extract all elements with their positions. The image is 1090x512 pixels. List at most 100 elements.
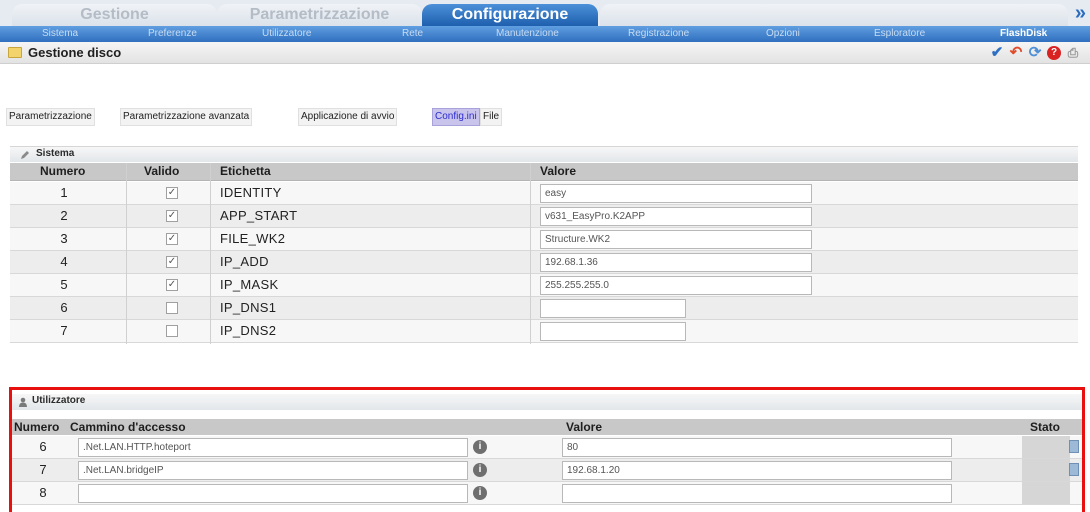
row-label: IP_DNS1 [220,300,277,315]
page-header: Gestione disco ✔ ↶ ⟳ ? ⎙ [0,42,1090,64]
submenu-item-opzioni[interactable]: Opzioni [766,27,800,41]
row-number: 7 [60,323,68,338]
tab-configurazione[interactable]: Configurazione [422,4,598,26]
section-header-sistema: Sistema [10,146,1078,162]
table-row: 1 ✓ IDENTITY easy [10,182,1078,205]
utilizzatore-table-header: Numero Cammino d'accesso Valore Stato [12,419,1082,435]
valore-input[interactable] [562,484,952,503]
column-header-valore: Valore [540,164,577,178]
row-number: 5 [60,277,68,292]
stato-cell [1022,436,1070,458]
pencil-icon [21,151,29,159]
submenu-item-rete[interactable]: Rete [402,27,423,41]
column-divider [530,163,531,344]
save-icon[interactable] [1069,463,1079,476]
valido-checkbox[interactable] [166,302,178,314]
valore-input[interactable]: Structure.WK2 [540,230,812,249]
valore-input[interactable] [540,299,686,318]
column-header-stato: Stato [1030,420,1060,434]
row-label: IDENTITY [220,185,282,200]
cammino-input[interactable]: .Net.LAN.HTTP.hoteport [78,438,468,457]
column-divider [126,163,127,344]
stato-cell [1022,459,1070,481]
table-row: 8 i [12,482,1082,505]
submenu-item-flashdisk[interactable]: FlashDisk [1000,27,1047,41]
tab-bar-filler [600,4,1068,26]
print-icon[interactable]: ⎙ [1064,44,1082,62]
valore-input[interactable]: 255.255.255.0 [540,276,812,295]
subtab-parametrizzazione[interactable]: Parametrizzazione [6,108,95,126]
double-chevron-right-icon[interactable]: » [1075,2,1086,24]
column-header-numero: Numero [14,420,60,434]
info-icon[interactable]: i [473,486,487,500]
cammino-input[interactable]: .Net.LAN.bridgeIP [78,461,468,480]
valore-input[interactable]: 192.68.1.36 [540,253,812,272]
row-label: APP_START [220,208,298,223]
subtab-file[interactable]: File [480,108,503,126]
submenu-item-preferenze[interactable]: Preferenze [148,27,197,41]
submenu-item-esploratore[interactable]: Esploratore [874,27,925,41]
section-header-utilizzatore: Utilizzatore [12,394,1082,410]
valore-input[interactable]: 192.68.1.20 [562,461,952,480]
column-divider [210,163,211,344]
column-header-etichetta: Etichetta [220,164,271,178]
subtab-config-ini[interactable]: Config.ini [432,108,480,126]
table-row: 4 ✓ IP_ADD 192.68.1.36 [10,251,1078,274]
row-number: 6 [39,439,47,454]
table-row: 2 ✓ APP_START v631_EasyPro.K2APP [10,205,1078,228]
valore-input[interactable]: 80 [562,438,952,457]
valido-checkbox[interactable]: ✓ [166,233,178,245]
subtab-applicazione-di-avvio[interactable]: Applicazione di avvio [298,108,398,126]
valore-input[interactable]: easy [540,184,812,203]
valido-checkbox[interactable] [166,325,178,337]
row-number: 8 [39,485,47,500]
table-row: 6 .Net.LAN.HTTP.hoteport i 80 [12,436,1082,459]
column-header-numero: Numero [40,164,86,178]
sub-menu-bar: Sistema Preferenze Utilizzatore Rete Man… [0,26,1090,42]
row-number: 4 [60,254,68,269]
submenu-item-registrazione[interactable]: Registrazione [628,27,689,41]
row-label: FILE_WK2 [220,231,286,246]
tab-parametrizzazione[interactable]: Parametrizzazione [217,4,422,26]
checkmark-icon[interactable]: ✔ [988,44,1006,62]
sistema-table-header: Numero Valido Etichetta Valore [10,163,1078,181]
section-title-sistema: Sistema [36,148,75,159]
page-title: Gestione disco [28,45,122,60]
refresh-icon[interactable]: ⟳ [1026,44,1044,62]
table-row: 7 IP_DNS2 [10,320,1078,343]
main-tab-bar: Gestione Parametrizzazione Configurazion… [0,0,1090,26]
row-number: 1 [60,185,68,200]
valido-checkbox[interactable]: ✓ [166,210,178,222]
submenu-item-sistema[interactable]: Sistema [42,27,78,41]
valido-checkbox[interactable]: ✓ [166,279,178,291]
user-icon [19,397,27,407]
save-icon[interactable] [1069,440,1079,453]
column-header-cammino: Cammino d'accesso [70,420,186,434]
table-row: 5 ✓ IP_MASK 255.255.255.0 [10,274,1078,297]
info-icon[interactable]: i [473,463,487,477]
row-number: 3 [60,231,68,246]
valore-input[interactable]: v631_EasyPro.K2APP [540,207,812,226]
row-number: 6 [60,300,68,315]
info-icon[interactable]: i [473,440,487,454]
column-header-valore: Valore [566,420,603,434]
table-row: 6 IP_DNS1 [10,297,1078,320]
section-title-utilizzatore: Utilizzatore [32,395,86,406]
subtab-parametrizzazione-avanzata[interactable]: Parametrizzazione avanzata [120,108,253,126]
valido-checkbox[interactable]: ✓ [166,256,178,268]
cammino-input[interactable] [78,484,468,503]
submenu-item-utilizzatore[interactable]: Utilizzatore [262,27,311,41]
submenu-item-manutenzione[interactable]: Manutenzione [496,27,559,41]
tab-gestione[interactable]: Gestione [12,4,217,26]
row-number: 7 [39,462,47,477]
folder-icon [8,47,22,58]
valido-checkbox[interactable]: ✓ [166,187,178,199]
column-header-valido: Valido [144,164,180,178]
table-row: 7 .Net.LAN.bridgeIP i 192.68.1.20 [12,459,1082,482]
row-label: IP_MASK [220,277,279,292]
row-label: IP_ADD [220,254,269,269]
undo-icon[interactable]: ↶ [1007,44,1025,62]
valore-input[interactable] [540,322,686,341]
row-label: IP_DNS2 [220,323,277,338]
help-icon[interactable]: ? [1045,44,1063,62]
